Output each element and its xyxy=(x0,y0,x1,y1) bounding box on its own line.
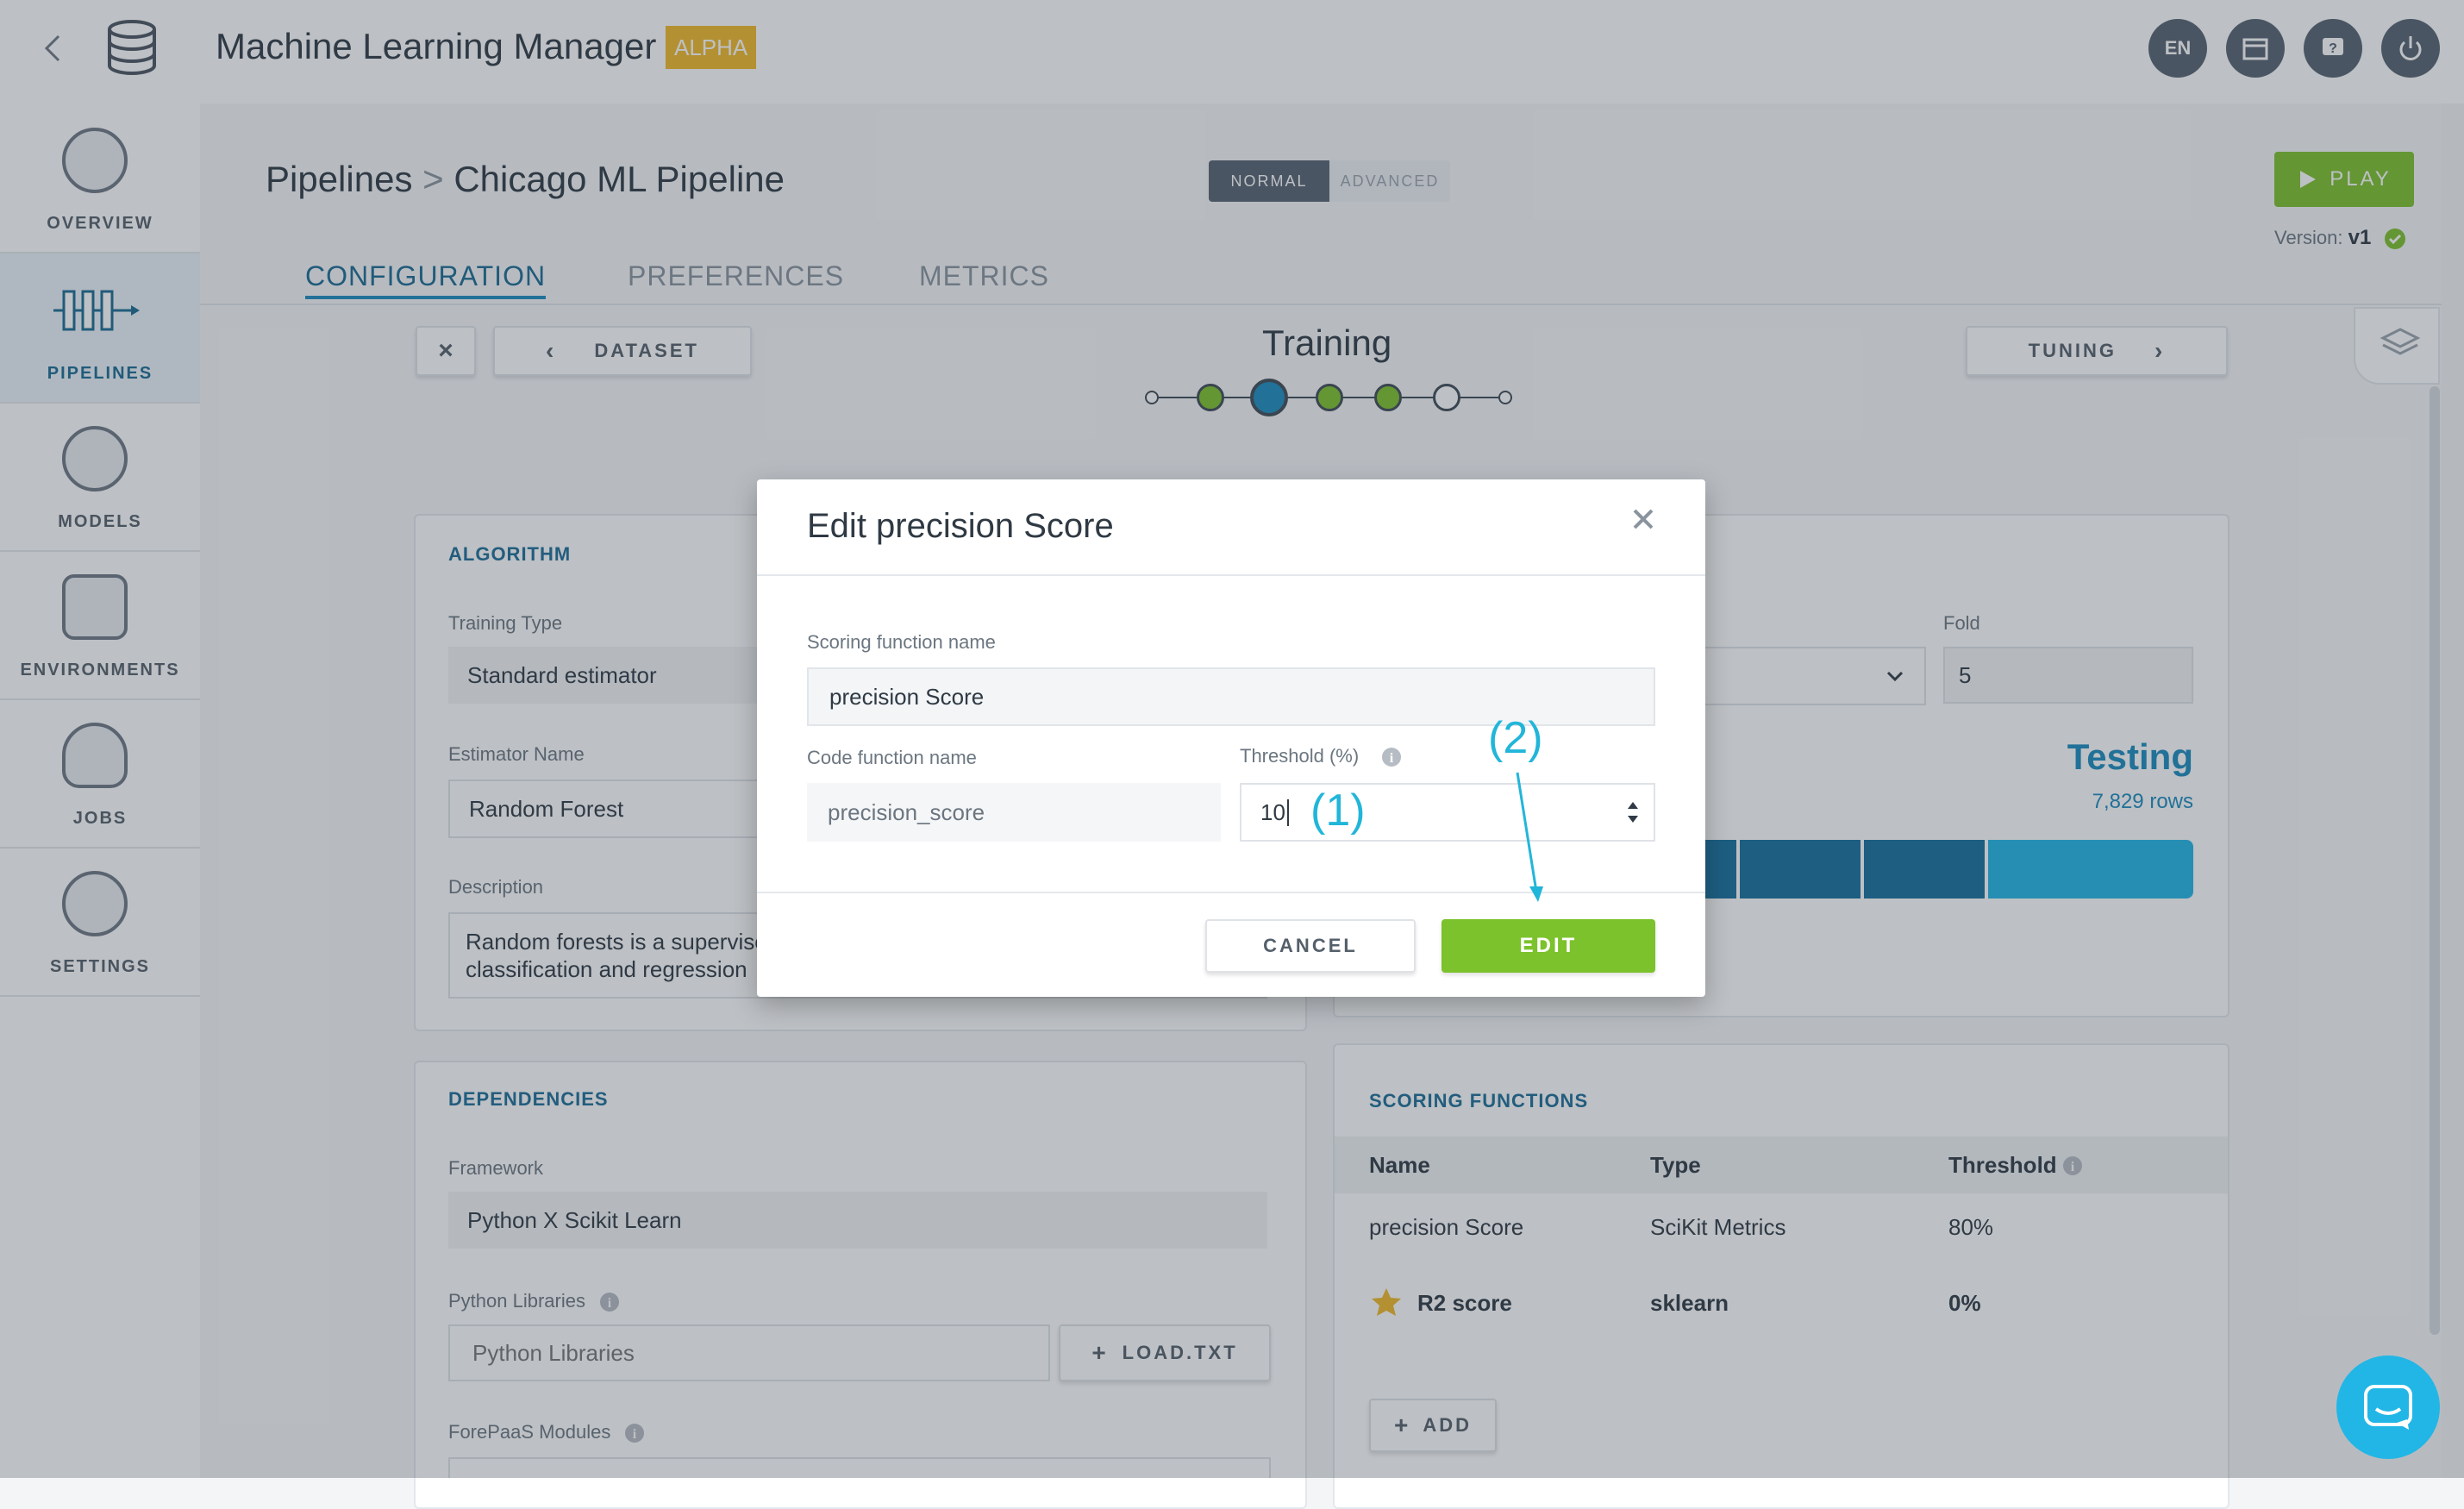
chat-widget-button[interactable] xyxy=(2336,1356,2440,1459)
threshold-value: 10 xyxy=(1260,798,1289,826)
stepper-arrows-icon[interactable] xyxy=(1624,798,1642,826)
info-icon[interactable]: i xyxy=(1381,747,1402,767)
cancel-button[interactable]: CANCEL xyxy=(1205,919,1416,973)
svg-text:i: i xyxy=(1390,751,1394,766)
modal-footer-divider xyxy=(757,892,1705,893)
edit-button[interactable]: EDIT xyxy=(1442,919,1655,973)
code-function-name-field: precision_score xyxy=(807,783,1221,842)
threshold-label-row: Threshold (%) i xyxy=(1240,745,1402,767)
annotation-arrow xyxy=(1516,772,1543,902)
scoring-function-name-label: Scoring function name xyxy=(807,631,996,653)
edit-scoring-modal: Edit precision Score Scoring function na… xyxy=(757,479,1705,997)
annotation-2: (2) xyxy=(1488,713,1543,763)
close-icon[interactable] xyxy=(1626,502,1660,536)
threshold-label: Threshold (%) xyxy=(1240,745,1360,767)
threshold-input[interactable]: 10 xyxy=(1240,783,1655,842)
modal-header-divider xyxy=(757,574,1705,576)
code-function-name-label: Code function name xyxy=(807,747,977,768)
chat-icon xyxy=(2364,1385,2412,1430)
modal-title: Edit precision Score xyxy=(807,507,1114,545)
annotation-1: (1) xyxy=(1310,786,1366,836)
